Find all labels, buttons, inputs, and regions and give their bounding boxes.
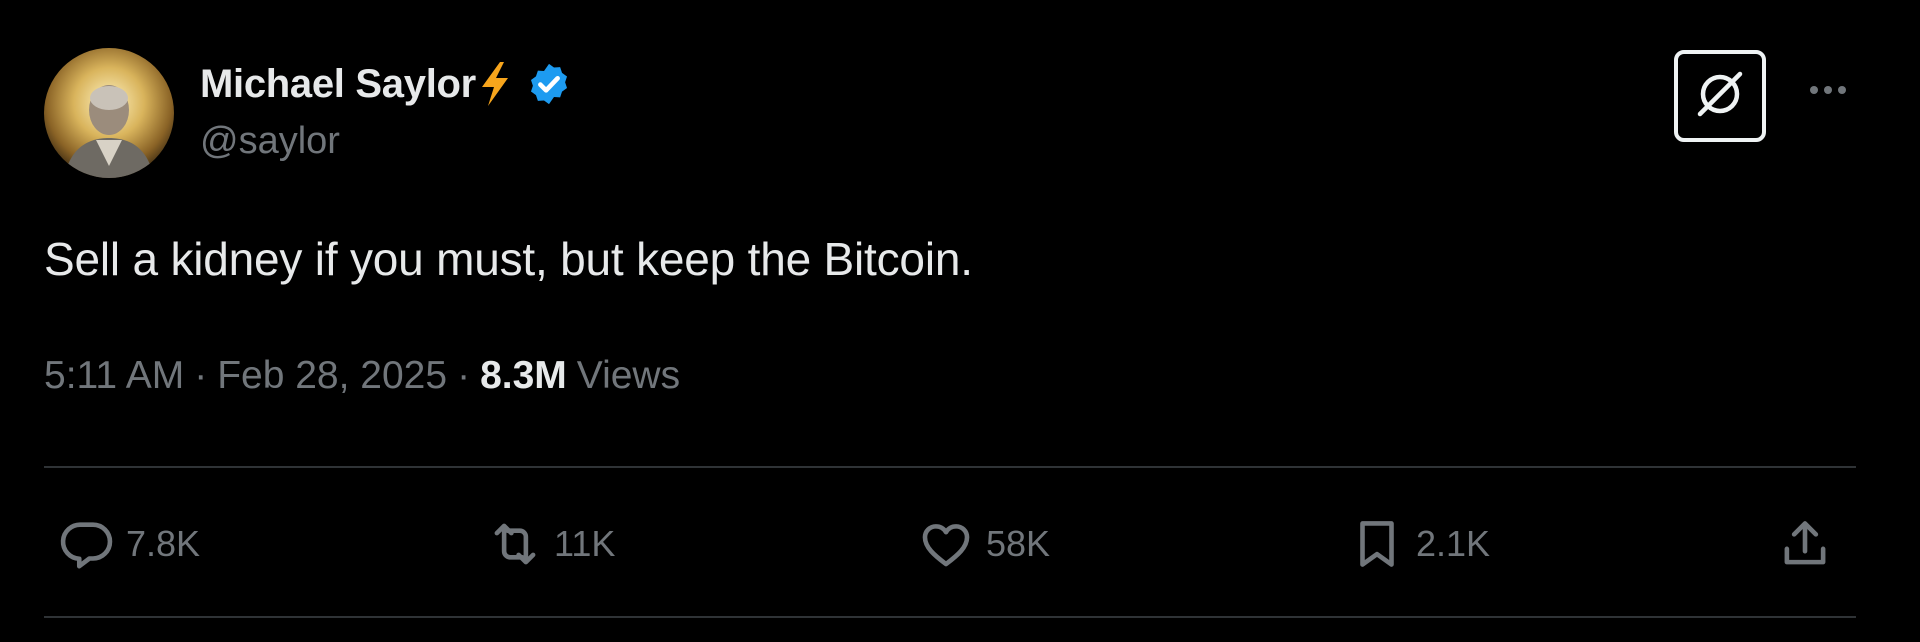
share-icon bbox=[1776, 515, 1834, 573]
tweet: Michael Saylor @saylor Sell a kidney if … bbox=[0, 0, 1920, 642]
lightning-bolt-icon bbox=[478, 60, 512, 108]
bookmark-count: 2.1K bbox=[1416, 523, 1491, 564]
grok-button[interactable] bbox=[1674, 50, 1766, 142]
bookmark-icon bbox=[1348, 515, 1406, 573]
tweet-date[interactable]: Feb 28, 2025 bbox=[217, 354, 447, 398]
divider bbox=[44, 466, 1856, 468]
avatar[interactable] bbox=[44, 48, 174, 178]
tweet-text: Sell a kidney if you must, but keep the … bbox=[44, 233, 973, 285]
like-button[interactable]: 58K bbox=[916, 512, 1050, 576]
meta-separator: · bbox=[194, 354, 208, 397]
reply-button[interactable]: 7.8K bbox=[58, 512, 200, 576]
more-horizontal-icon bbox=[1808, 83, 1848, 101]
author-handle[interactable]: @saylor bbox=[200, 120, 340, 163]
divider bbox=[44, 616, 1856, 618]
more-options-button[interactable] bbox=[1800, 72, 1856, 112]
repost-icon bbox=[486, 515, 544, 573]
heart-icon bbox=[916, 515, 976, 573]
avatar-image bbox=[44, 48, 174, 178]
reply-icon bbox=[58, 515, 116, 573]
share-button[interactable] bbox=[1776, 512, 1834, 576]
author-display-name[interactable]: Michael Saylor bbox=[200, 62, 476, 107]
grok-icon bbox=[1692, 66, 1748, 127]
repost-count: 11K bbox=[554, 523, 616, 564]
tweet-time[interactable]: 5:11 AM bbox=[44, 354, 184, 398]
meta-separator: · bbox=[457, 354, 471, 397]
like-count: 58K bbox=[986, 523, 1051, 564]
tweet-meta: 5:11 AM · Feb 28, 2025 · 8.3M Views bbox=[44, 354, 680, 398]
reply-count: 7.8K bbox=[126, 523, 201, 564]
author-name-row: Michael Saylor bbox=[200, 54, 572, 114]
repost-button[interactable]: 11K bbox=[486, 512, 615, 576]
verified-badge-icon[interactable] bbox=[526, 61, 572, 107]
views-count[interactable]: 8.3M bbox=[480, 354, 567, 398]
bookmark-button[interactable]: 2.1K bbox=[1348, 512, 1490, 576]
views-label: Views bbox=[576, 354, 681, 397]
